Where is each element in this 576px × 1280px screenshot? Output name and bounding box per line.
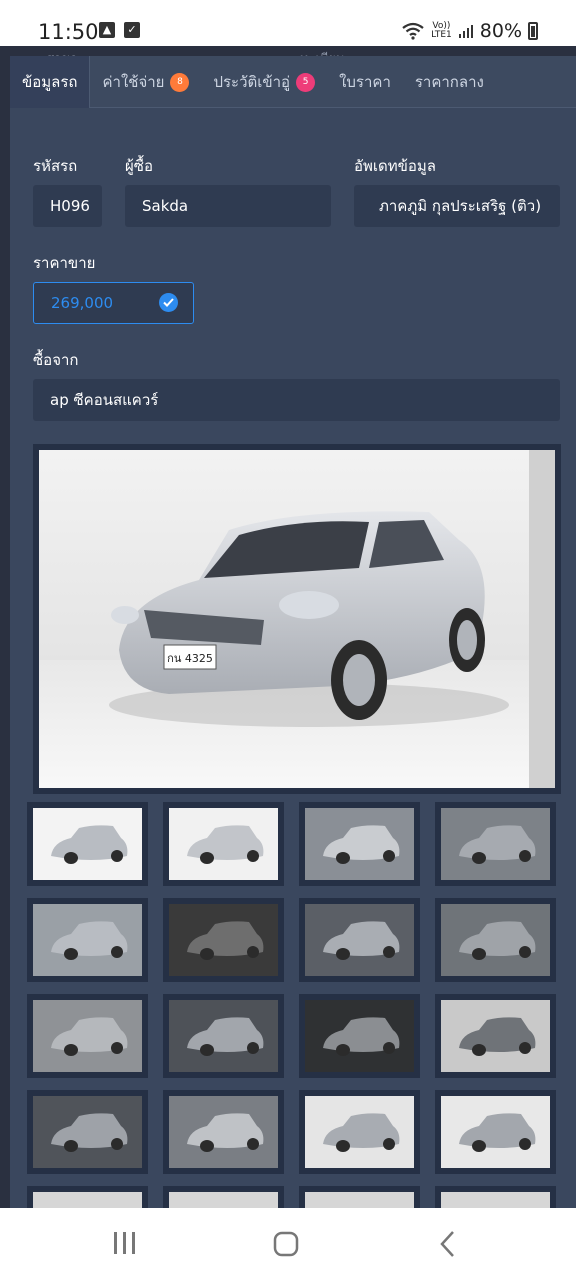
price-value: 269,000: [51, 294, 114, 312]
photo-thumbnail[interactable]: [435, 802, 556, 886]
network-type-icon: Vo)) LTE1: [431, 21, 452, 40]
photo-thumbnail[interactable]: [163, 994, 284, 1078]
gallery-notification-icon: ▲: [99, 22, 115, 38]
license-plate-text: กน 4325: [167, 652, 213, 665]
photo-thumbnail[interactable]: [435, 898, 556, 982]
photo-thumbnail[interactable]: [27, 898, 148, 982]
status-right: Vo)) LTE1 80%: [401, 20, 538, 42]
car-code-field[interactable]: H096: [33, 185, 102, 227]
photo-thumbnail[interactable]: [299, 994, 420, 1078]
thumbnail-image: [169, 808, 278, 880]
photo-thumbnail[interactable]: [435, 1090, 556, 1174]
thumbnail-image: [33, 808, 142, 880]
updated-by-field[interactable]: ภาคภูมิ กุลประเสริฐ (ติว): [354, 185, 560, 227]
tab-service-history[interactable]: ประวัติเข้าอู่ 5: [201, 56, 327, 108]
recent-apps-icon[interactable]: [113, 1230, 137, 1256]
task-notification-icon: ✓: [124, 22, 140, 38]
thumbnail-image: [305, 1000, 414, 1072]
expenses-count-badge: 8: [170, 72, 190, 92]
thumbnail-image: [441, 904, 550, 976]
photo-thumbnail[interactable]: [27, 994, 148, 1078]
battery-percent: 80%: [479, 20, 522, 42]
photo-thumbnail[interactable]: [163, 1186, 284, 1208]
tab-median-price[interactable]: ราคากลาง: [403, 56, 496, 108]
bought-from-field[interactable]: ap ซีคอนสแควร์: [33, 379, 560, 421]
price-label: ราคาขาย: [33, 254, 96, 272]
thumbnail-image: [441, 1096, 550, 1168]
status-time: 11:50: [38, 20, 99, 44]
bought-from-label: ซื้อจาก: [33, 351, 79, 369]
updated-by-label: อัพเดทข้อมูล: [354, 157, 436, 175]
thumbnail-image: [305, 1192, 414, 1208]
thumbnail-image: [169, 904, 278, 976]
thumbnail-image: [169, 1096, 278, 1168]
buyer-field[interactable]: Sakda: [125, 185, 331, 227]
tab-expenses[interactable]: ค่าใช้จ่าย 8: [90, 56, 201, 108]
photo-thumbnail[interactable]: [27, 1186, 148, 1208]
thumbnail-image: [441, 1000, 550, 1072]
photo-thumbnail[interactable]: [435, 994, 556, 1078]
thumbnail-image: [305, 1096, 414, 1168]
price-field[interactable]: 269,000: [33, 282, 194, 324]
main-car-photo[interactable]: กน 4325: [33, 444, 561, 794]
tab-car-info[interactable]: ข้อมูลรถ: [10, 56, 91, 108]
thumbnail-image: [33, 904, 142, 976]
thumbnail-image: [305, 808, 414, 880]
thumbnail-image: [305, 904, 414, 976]
thumbnail-image: [169, 1000, 278, 1072]
photo-thumbnail[interactable]: [163, 1090, 284, 1174]
photo-thumbnail[interactable]: [435, 1186, 556, 1208]
photo-thumbnail[interactable]: [163, 898, 284, 982]
thumbnail-image: [441, 808, 550, 880]
tab-price-sheet[interactable]: ใบราคา: [327, 56, 403, 108]
photo-thumbnail[interactable]: [299, 1090, 420, 1174]
signal-icon: [458, 25, 473, 38]
status-bar: 11:50 ▲ ✓ Vo)) LTE1 80%: [0, 0, 576, 46]
system-navigation-bar: [0, 1208, 576, 1280]
wifi-icon: [402, 22, 424, 40]
service-count-badge: 5: [296, 72, 316, 92]
car-code-label: รหัสรถ: [33, 157, 78, 175]
thumbnail-image: [33, 1096, 142, 1168]
tab-bar: ข้อมูลรถ ค่าใช้จ่าย 8 ประวัติเข้าอู่ 5 ใ…: [10, 56, 576, 108]
home-icon[interactable]: [272, 1230, 300, 1258]
thumbnail-image: [169, 1192, 278, 1208]
back-icon[interactable]: [438, 1230, 456, 1258]
photo-thumbnail[interactable]: [299, 1186, 420, 1208]
photo-thumbnail[interactable]: [299, 898, 420, 982]
photo-thumbnail[interactable]: [27, 802, 148, 886]
car-photo-image: กน 4325: [39, 450, 555, 788]
thumbnail-image: [33, 1000, 142, 1072]
buyer-label: ผู้ซื้อ: [125, 157, 153, 175]
check-circle-icon: [159, 293, 178, 312]
photo-thumbnail[interactable]: [299, 802, 420, 886]
car-detail-panel: ข้อมูลรถ ค่าใช้จ่าย 8 ประวัติเข้าอู่ 5 ใ…: [10, 56, 576, 1208]
battery-icon: [528, 22, 538, 40]
photo-thumbnail[interactable]: [27, 1090, 148, 1174]
photo-thumbnail[interactable]: [163, 802, 284, 886]
thumbnail-image: [33, 1192, 142, 1208]
thumbnail-image: [441, 1192, 550, 1208]
